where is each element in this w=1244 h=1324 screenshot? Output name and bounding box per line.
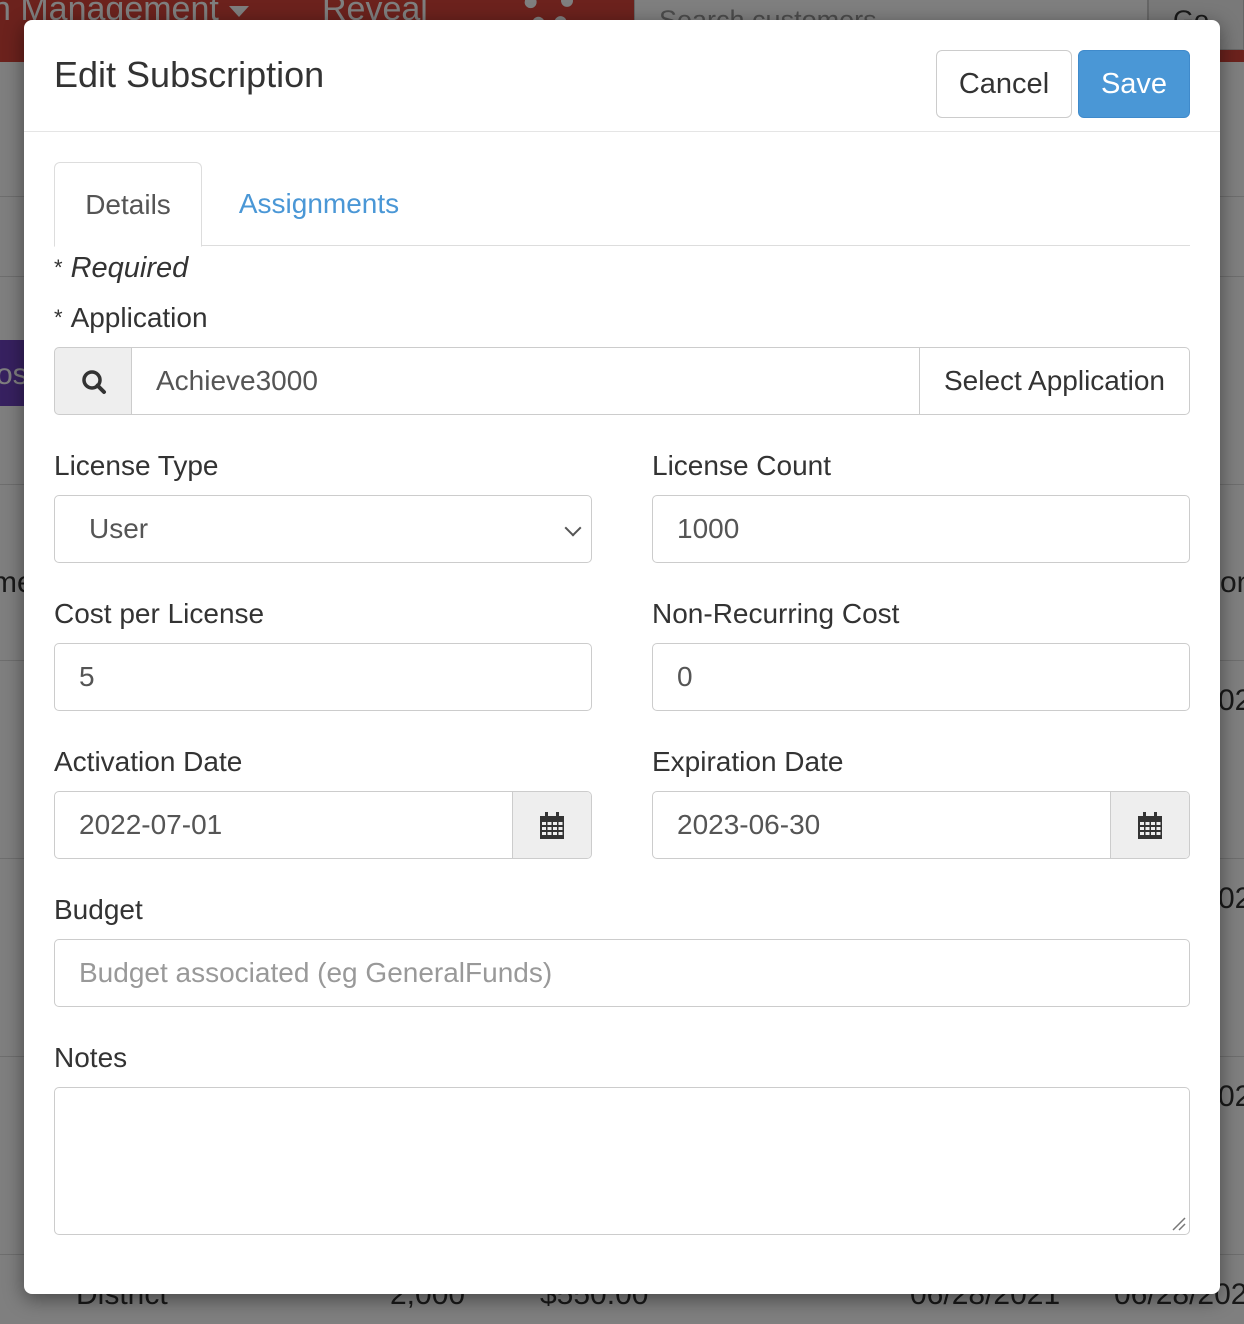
application-label: * Application	[54, 302, 208, 334]
select-application-button[interactable]: Select Application	[919, 347, 1190, 415]
required-star: *	[54, 305, 63, 330]
save-button[interactable]: Save	[1078, 50, 1190, 118]
budget-placeholder: Budget associated (eg GeneralFunds)	[79, 957, 553, 988]
required-star: *	[54, 255, 63, 280]
notes-textarea[interactable]	[54, 1087, 1190, 1235]
calendar-icon	[540, 812, 564, 839]
application-label-text: Application	[70, 302, 208, 333]
application-input-group: Achieve3000 Select Application	[54, 347, 1190, 415]
required-note-label: Required	[70, 252, 189, 284]
activation-date-calendar-button[interactable]	[512, 792, 591, 858]
expiration-date-input[interactable]: 2023-06-30	[652, 791, 1190, 859]
activation-date-value: 2022-07-01	[79, 809, 223, 840]
activation-date-input[interactable]: 2022-07-01	[54, 791, 592, 859]
modal-title: Edit Subscription	[54, 54, 325, 95]
tab-bar: Details Assignments	[54, 162, 1190, 247]
tab-details[interactable]: Details	[54, 162, 202, 247]
chevron-down-icon	[564, 519, 582, 537]
license-type-value: User	[89, 513, 149, 544]
search-icon	[82, 370, 106, 394]
modal-header: Edit Subscription Cancel Save	[24, 20, 1220, 132]
notes-label: Notes	[54, 1042, 128, 1073]
cost-per-license-label: Cost per License	[54, 598, 265, 629]
required-note: * Required	[54, 252, 188, 285]
calendar-icon	[1138, 812, 1162, 839]
activation-date-label: Activation Date	[54, 746, 243, 777]
budget-input[interactable]: Budget associated (eg GeneralFunds)	[54, 939, 1190, 1007]
tab-assignments[interactable]: Assignments	[204, 162, 434, 246]
license-count-input[interactable]: 1000	[652, 495, 1190, 563]
resize-handle-icon[interactable]	[1170, 1215, 1186, 1231]
license-type-label: License Type	[54, 450, 219, 481]
non-recurring-cost-input[interactable]: 0	[652, 643, 1190, 711]
expiration-date-calendar-button[interactable]	[1110, 792, 1189, 858]
non-recurring-cost-label: Non-Recurring Cost	[652, 598, 900, 629]
application-input[interactable]: Achieve3000	[131, 347, 920, 415]
edit-subscription-modal: Edit Subscription Cancel Save Details As…	[24, 20, 1220, 1294]
cost-per-license-input[interactable]: 5	[54, 643, 592, 711]
license-type-select[interactable]: User	[54, 495, 592, 563]
expiration-date-value: 2023-06-30	[677, 809, 821, 840]
expiration-date-label: Expiration Date	[652, 746, 844, 777]
application-search-addon	[54, 347, 132, 415]
budget-label: Budget	[54, 894, 143, 925]
cancel-button[interactable]: Cancel	[936, 50, 1072, 118]
license-count-label: License Count	[652, 450, 832, 481]
